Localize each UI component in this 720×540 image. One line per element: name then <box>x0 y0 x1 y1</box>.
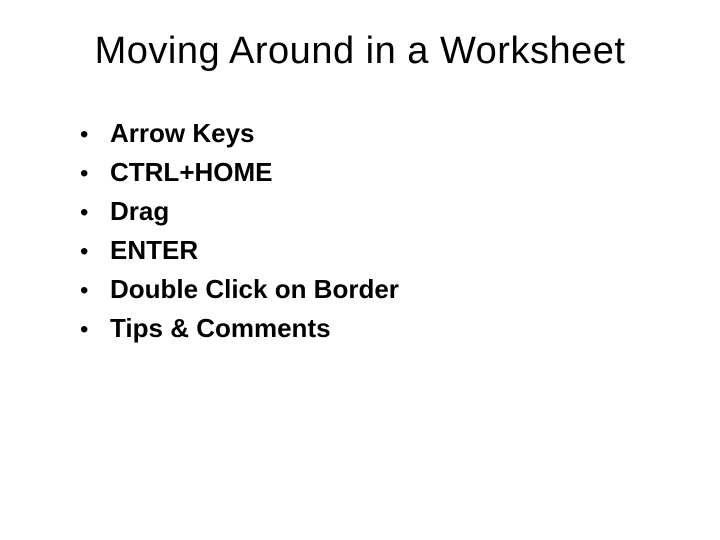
slide: Moving Around in a Worksheet • Arrow Key… <box>0 0 720 540</box>
list-item: • Drag <box>80 196 670 227</box>
bullet-text: CTRL+HOME <box>110 157 273 188</box>
bullet-text: Tips & Comments <box>110 313 331 344</box>
list-item: • Tips & Comments <box>80 313 670 344</box>
bullet-text: Arrow Keys <box>110 118 255 149</box>
bullet-icon: • <box>80 238 110 266</box>
list-item: • CTRL+HOME <box>80 157 670 188</box>
bullet-text: Double Click on Border <box>110 274 399 305</box>
bullet-icon: • <box>80 316 110 344</box>
list-item: • Double Click on Border <box>80 274 670 305</box>
bullet-icon: • <box>80 277 110 305</box>
bullet-icon: • <box>80 199 110 227</box>
bullet-text: ENTER <box>110 235 198 266</box>
list-item: • Arrow Keys <box>80 118 670 149</box>
bullet-icon: • <box>80 160 110 188</box>
bullet-text: Drag <box>110 196 169 227</box>
list-item: • ENTER <box>80 235 670 266</box>
slide-title: Moving Around in a Worksheet <box>50 30 670 73</box>
bullet-icon: • <box>80 121 110 149</box>
bullet-list: • Arrow Keys • CTRL+HOME • Drag • ENTER … <box>50 118 670 344</box>
